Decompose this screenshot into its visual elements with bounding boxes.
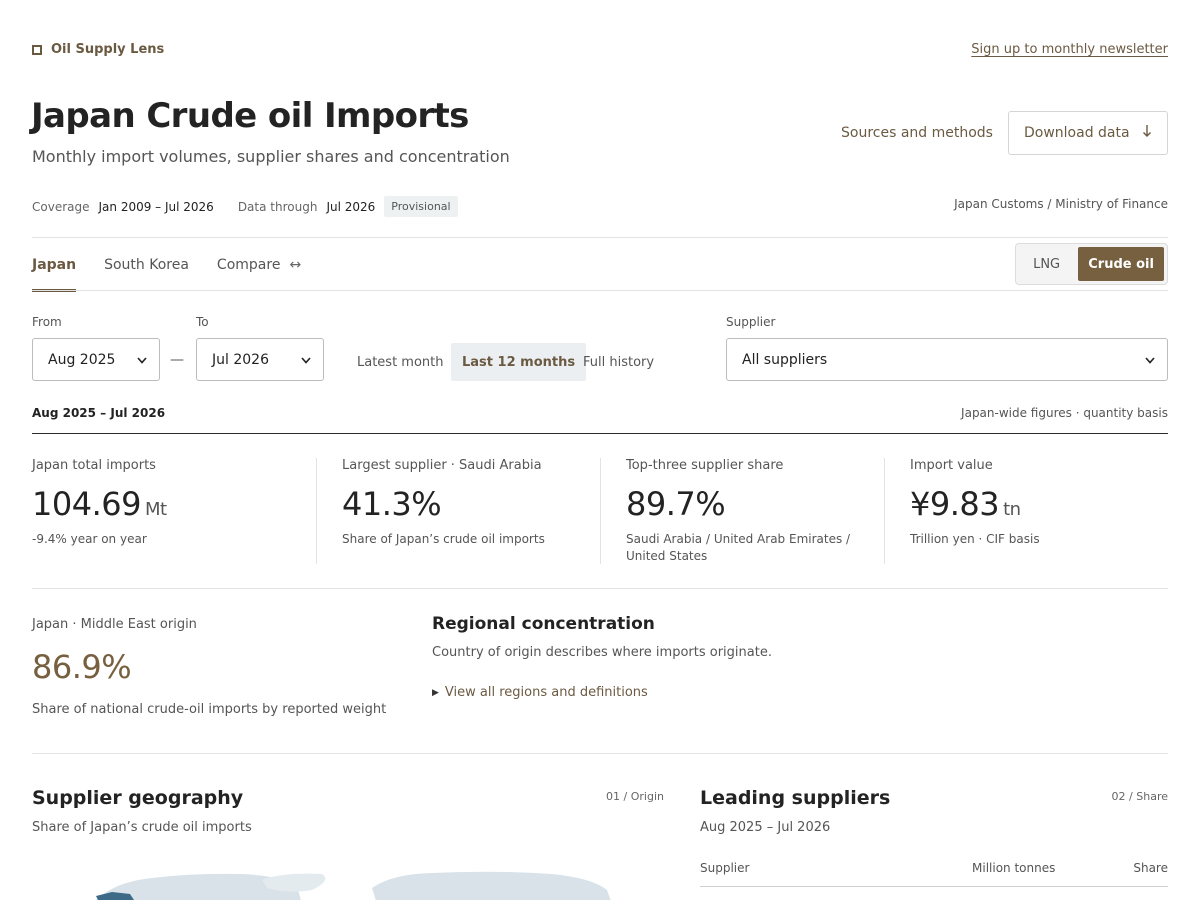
coverage-label: Coverage (32, 199, 90, 214)
kpi-top-three-share: Top-three supplier share 89.7% Saudi Ara… (626, 458, 866, 564)
section-number: 01 / Origin (606, 790, 664, 803)
coverage-meta: Coverage Jan 2009 – Jul 2026 Data throug… (32, 196, 458, 217)
kpi-value: 41.3% (342, 485, 442, 523)
tab-compare[interactable]: Compare ↔ (217, 238, 301, 291)
regional-concentration-description: Country of origin describes where import… (432, 645, 772, 660)
kpi-value: 104.69 Mt (32, 485, 167, 523)
map-landmass-greenland (262, 873, 326, 892)
to-label: To (196, 315, 209, 329)
arrow-down-icon (1142, 124, 1152, 142)
kpi-label: Largest supplier · Saudi Arabia (342, 458, 542, 473)
kpi-total-imports: Japan total imports 104.69 Mt -9.4% year … (32, 458, 302, 564)
country-tabs: Japan South Korea Compare ↔ (32, 238, 301, 292)
to-value: Jul 2026 (212, 351, 269, 368)
kpi-label: Import value (910, 458, 993, 473)
leading-suppliers-period: Aug 2025 – Jul 2026 (700, 820, 831, 835)
kpi-import-value: Import value ¥9.83 tn Trillion yen · CIF … (910, 458, 1168, 564)
kpi-value: ¥9.83 tn (910, 485, 1021, 523)
kpi-note: Saudi Arabia / United Arab Emirates / Un… (626, 532, 851, 563)
from-label: From (32, 315, 62, 329)
divider (32, 290, 1168, 291)
kpi-label: Japan total imports (32, 458, 156, 473)
download-data-button[interactable]: Download data (1008, 111, 1168, 155)
coverage-value: Jan 2009 – Jul 2026 (98, 199, 214, 214)
page-subtitle: Monthly import volumes, supplier shares … (32, 147, 510, 166)
supplier-geography-title: Supplier geography (32, 787, 244, 809)
range-last-12-months[interactable]: Last 12 months (451, 343, 587, 381)
download-label: Download data (1024, 125, 1130, 141)
tab-compare-label: Compare (216, 256, 281, 273)
regions-details-toggle[interactable]: ▶ View all regions and definitions (432, 685, 648, 700)
toggle-crude-oil[interactable]: Crude oil (1078, 247, 1164, 281)
table-header-rule (700, 886, 1168, 887)
divider (32, 588, 1168, 589)
column-header-million-tonnes[interactable]: Million tonnes (972, 861, 1055, 875)
to-select[interactable]: Jul 2026 (196, 338, 324, 381)
middle-east-share: 86.9% (32, 648, 132, 686)
regions-details-label: View all regions and definitions (444, 685, 648, 700)
middle-east-note: Share of national crude-oil imports by r… (32, 702, 387, 717)
divider (316, 458, 317, 564)
from-select[interactable]: Aug 2025 (32, 338, 160, 381)
regional-concentration-title: Regional concentration (432, 614, 655, 634)
toggle-lng[interactable]: LNG (1019, 247, 1074, 281)
square-outline-icon (32, 44, 42, 55)
chevron-down-icon (301, 353, 311, 367)
section-number: 02 / Share (1111, 790, 1168, 803)
supplier-label: Supplier (726, 315, 776, 329)
tab-japan[interactable]: Japan (32, 238, 77, 292)
data-source: Japan Customs / Ministry of Finance (954, 197, 1168, 211)
chevron-down-icon (137, 353, 147, 367)
data-through-value: Jul 2026 (326, 199, 376, 214)
kpi-unit: Mt (144, 499, 167, 520)
kpi-unit: tn (1003, 499, 1021, 520)
supplier-geography-subtitle: Share of Japan’s crude oil imports (32, 820, 252, 835)
supplier-select[interactable]: All suppliers (726, 338, 1168, 381)
kpi-largest-supplier: Largest supplier · Saudi Arabia 41.3% Sh… (342, 458, 582, 564)
column-header-share[interactable]: Share (1133, 861, 1168, 875)
selected-period: Aug 2025 – Jul 2026 (32, 406, 166, 420)
figures-basis: Japan-wide figures · quantity basis (961, 406, 1168, 420)
divider (32, 433, 1168, 434)
kpi-label: Top-three supplier share (626, 458, 784, 473)
supplier-value: All suppliers (742, 351, 828, 368)
divider (600, 458, 601, 564)
tab-south-korea[interactable]: South Korea (104, 238, 189, 291)
sources-methods-link[interactable]: Sources and methods (841, 125, 993, 141)
data-through-label: Data through (237, 199, 318, 214)
range-latest-month[interactable]: Latest month (357, 343, 444, 381)
map-landmass-eurasia (372, 871, 611, 900)
chevron-down-icon (1145, 353, 1155, 367)
page-title: Japan Crude oil Imports (31, 96, 469, 136)
from-value: Aug 2025 (48, 351, 116, 368)
divider (32, 753, 1168, 754)
divider (884, 458, 885, 564)
world-map[interactable] (32, 864, 664, 900)
middle-east-label: Japan · Middle East origin (32, 617, 197, 632)
newsletter-link[interactable]: Sign up to monthly newsletter (971, 42, 1168, 57)
kpi-value: 89.7% (626, 485, 726, 523)
brand-name: Oil Supply Lens (51, 42, 165, 57)
commodity-toggle: LNG Crude oil (1015, 243, 1168, 285)
range-full-history[interactable]: Full history (583, 343, 654, 381)
kpi-note: -9.4% year on year (32, 532, 147, 546)
brand[interactable]: Oil Supply Lens (32, 42, 164, 57)
kpi-note: Trillion yen · CIF basis (910, 532, 1040, 546)
status-badge: Provisional (384, 196, 458, 217)
leading-suppliers-title: Leading suppliers (700, 787, 891, 809)
kpi-note: Share of Japan’s crude oil imports (342, 532, 545, 546)
left-right-arrow-icon: ↔ (289, 256, 302, 273)
column-header-supplier[interactable]: Supplier (700, 861, 749, 875)
range-separator: — (170, 352, 184, 368)
triangle-right-icon: ▶ (432, 687, 439, 698)
